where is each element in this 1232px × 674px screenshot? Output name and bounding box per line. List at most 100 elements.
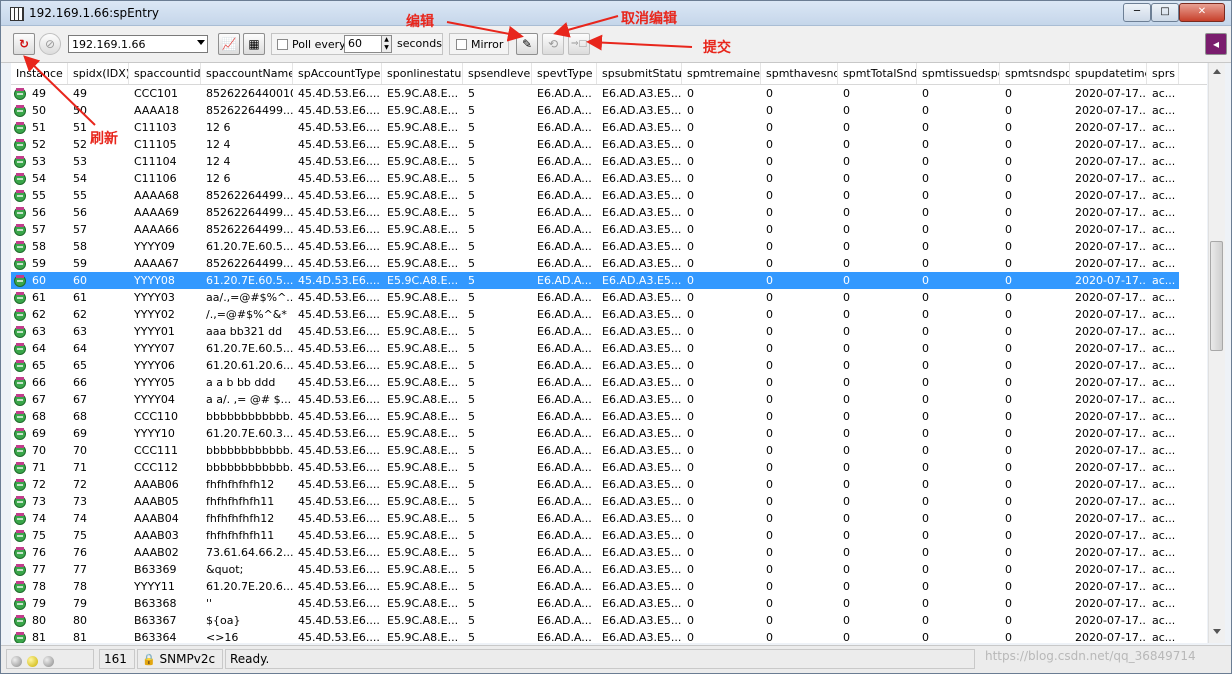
protocol-status: 🔒 SNMPv2c bbox=[137, 649, 223, 669]
table-cell: ac... bbox=[1152, 121, 1176, 134]
maximize-button[interactable]: □ bbox=[1151, 3, 1179, 22]
column-header[interactable]: spmtissuedspd bbox=[917, 63, 1000, 84]
poll-interval-stepper[interactable]: ▲ ▼ bbox=[381, 35, 392, 53]
table-row[interactable]: 69 69 YYYY10 61.20.7E.60.3... 45.4D.53.E6...… bbox=[11, 425, 1179, 442]
table-row[interactable]: 81 81 B63364 <>16 45.4D.53.E6.... E5.9C.A8.E.… bbox=[11, 629, 1179, 643]
table-cell: 56 bbox=[73, 206, 87, 219]
poll-interval-input[interactable]: 60 bbox=[344, 35, 382, 53]
table-row[interactable]: 61 61 YYYY03 aa/.,=@#$%^... 45.4D.53.E6.... E… bbox=[11, 289, 1179, 306]
graph-button[interactable]: 📈 bbox=[218, 33, 240, 55]
table-cell: ac... bbox=[1152, 291, 1176, 304]
table-row[interactable]: 51 51 C11103 12 6 45.4D.53.E6.... E5.9C.A8.E.… bbox=[11, 119, 1179, 136]
column-header[interactable]: spupdatetime bbox=[1070, 63, 1147, 84]
table-cell: E6.AD.A3.E5... bbox=[602, 461, 682, 474]
table-cell: 0 bbox=[1005, 393, 1012, 406]
host-select[interactable]: 192.169.1.66 bbox=[68, 35, 208, 53]
table-row[interactable]: 55 55 AAAA68 85262264499... 45.4D.53.E6.... E… bbox=[11, 187, 1179, 204]
column-header[interactable]: sprs bbox=[1147, 63, 1179, 84]
table-cell: 2020-07-17... bbox=[1075, 614, 1147, 627]
table-cell: E6.AD.A... bbox=[537, 308, 592, 321]
column-header[interactable]: spaccountid bbox=[129, 63, 201, 84]
table-row[interactable]: 77 77 B63369 &quot; 45.4D.53.E6.... E5.9C.A8.… bbox=[11, 561, 1179, 578]
table-cell: 68 bbox=[32, 410, 46, 423]
table-row[interactable]: 66 66 YYYY05 a a b bb ddd 45.4D.53.E6.... E5.… bbox=[11, 374, 1179, 391]
refresh-button[interactable]: ↻ bbox=[13, 33, 35, 55]
table-cell: 0 bbox=[766, 274, 773, 287]
table-cell: 12 4 bbox=[206, 155, 231, 168]
scrollbar-thumb[interactable] bbox=[1210, 241, 1223, 351]
column-header[interactable]: spmtremained bbox=[682, 63, 761, 84]
table-cell: 0 bbox=[1005, 87, 1012, 100]
submit-button[interactable]: ⇒□ bbox=[568, 33, 590, 55]
table-row[interactable]: 53 53 C11104 12 4 45.4D.53.E6.... E5.9C.A8.E.… bbox=[11, 153, 1179, 170]
table-cell: 0 bbox=[1005, 529, 1012, 542]
table-row[interactable]: 56 56 AAAA69 85262264499... 45.4D.53.E6.... E… bbox=[11, 204, 1179, 221]
table-body: 49 49 CCC101 8526226440010 45.4D.53.E6.... E5… bbox=[11, 85, 1207, 643]
column-header[interactable]: spmthavesnd bbox=[761, 63, 838, 84]
table-cell: 2020-07-17... bbox=[1075, 223, 1147, 236]
column-header[interactable]: spmtTotalSnd bbox=[838, 63, 917, 84]
column-header[interactable]: spsubmitStatus bbox=[597, 63, 682, 84]
table-row[interactable]: 79 79 B63368 '' 45.4D.53.E6.... E5.9C.A8.E...… bbox=[11, 595, 1179, 612]
scroll-down-arrow-icon[interactable] bbox=[1213, 629, 1221, 634]
table-row[interactable]: 78 78 YYYY11 61.20.7E.20.6... 45.4D.53.E6...… bbox=[11, 578, 1179, 595]
table-row[interactable]: 50 50 AAAA18 85262264499... 45.4D.53.E6.... E… bbox=[11, 102, 1179, 119]
table-row[interactable]: 52 52 C11105 12 4 45.4D.53.E6.... E5.9C.A8.E.… bbox=[11, 136, 1179, 153]
scroll-up-arrow-icon[interactable] bbox=[1213, 69, 1221, 74]
table-cell: ac... bbox=[1152, 427, 1176, 440]
column-header[interactable]: spevtType bbox=[532, 63, 597, 84]
column-header[interactable]: spmtsndspd bbox=[1000, 63, 1070, 84]
more-button[interactable]: ◂ bbox=[1205, 33, 1227, 55]
table-cell: 0 bbox=[1005, 546, 1012, 559]
edit-button[interactable]: ✎ bbox=[516, 33, 538, 55]
table-row[interactable]: 60 60 YYYY08 61.20.7E.60.5... 45.4D.53.E6...… bbox=[11, 272, 1179, 289]
row-status-icon bbox=[14, 326, 26, 338]
table-row[interactable]: 64 64 YYYY07 61.20.7E.60.5... 45.4D.53.E6...… bbox=[11, 340, 1179, 357]
table-row[interactable]: 68 68 CCC110 bbbbbbbbbbbb... 45.4D.53.E6....… bbox=[11, 408, 1179, 425]
table-cell: 0 bbox=[766, 597, 773, 610]
table-row[interactable]: 74 74 AAAB04 fhfhfhfhfh12 45.4D.53.E6.... E5.… bbox=[11, 510, 1179, 527]
poll-checkbox[interactable] bbox=[277, 39, 288, 50]
column-header[interactable]: spaccountName bbox=[201, 63, 293, 84]
column-header[interactable]: spidx(IDX) bbox=[68, 63, 129, 84]
table-cell: 5 bbox=[468, 631, 475, 643]
table-row[interactable]: 71 71 CCC112 bbbbbbbbbbbb... 45.4D.53.E6....… bbox=[11, 459, 1179, 476]
table-row[interactable]: 59 59 AAAA67 85262264499... 45.4D.53.E6.... E… bbox=[11, 255, 1179, 272]
table-cell: 5 bbox=[468, 274, 475, 287]
minimize-button[interactable]: ─ bbox=[1123, 3, 1151, 22]
title-bar[interactable]: 192.169.1.66:spEntry ─ □ ✕ bbox=[1, 1, 1231, 26]
table-row[interactable]: 75 75 AAAB03 fhfhfhfhfh11 45.4D.53.E6.... E5.… bbox=[11, 527, 1179, 544]
table-cell: E6.AD.A3.E5... bbox=[602, 172, 682, 185]
close-button[interactable]: ✕ bbox=[1179, 3, 1225, 22]
seconds-label: seconds bbox=[397, 37, 442, 50]
mirror-checkbox[interactable] bbox=[456, 39, 467, 50]
table-row[interactable]: 73 73 AAAB05 fhfhfhfhfh11 45.4D.53.E6.... E5.… bbox=[11, 493, 1179, 510]
table-row[interactable]: 54 54 C11106 12 6 45.4D.53.E6.... E5.9C.A8.E.… bbox=[11, 170, 1179, 187]
column-header[interactable]: sponlinestatus bbox=[382, 63, 463, 84]
vertical-scrollbar[interactable] bbox=[1208, 63, 1225, 643]
table-row[interactable]: 62 62 YYYY02 /.,=@#$%^&* 45.4D.53.E6.... E5.9… bbox=[11, 306, 1179, 323]
table-cell: 0 bbox=[687, 87, 694, 100]
table-cell: 69 bbox=[73, 427, 87, 440]
column-header[interactable]: spsendlevel bbox=[463, 63, 532, 84]
table-row[interactable]: 57 57 AAAA66 85262264499... 45.4D.53.E6.... E… bbox=[11, 221, 1179, 238]
table-cell: 0 bbox=[843, 393, 850, 406]
column-header[interactable]: spAccountType bbox=[293, 63, 382, 84]
table-cell: ac... bbox=[1152, 563, 1176, 576]
table-row[interactable]: 63 63 YYYY01 aaa bb321 dd 45.4D.53.E6.... E5.… bbox=[11, 323, 1179, 340]
table-view-button[interactable]: ▦ bbox=[243, 33, 265, 55]
table-cell: 45.4D.53.E6.... bbox=[298, 223, 380, 236]
table-cell: 85262264499... bbox=[206, 206, 293, 219]
table-row[interactable]: 58 58 YYYY09 61.20.7E.60.5... 45.4D.53.E6...… bbox=[11, 238, 1179, 255]
stop-button[interactable]: ⊘ bbox=[39, 33, 61, 55]
table-row[interactable]: 65 65 YYYY06 61.20.61.20.6... 45.4D.53.E6...… bbox=[11, 357, 1179, 374]
cancel-edit-button[interactable]: ⟲ bbox=[542, 33, 564, 55]
table-row[interactable]: 70 70 CCC111 bbbbbbbbbbbb... 45.4D.53.E6....… bbox=[11, 442, 1179, 459]
table-row[interactable]: 76 76 AAAB02 73.61.64.66.2... 45.4D.53.E6...… bbox=[11, 544, 1179, 561]
table-row[interactable]: 49 49 CCC101 8526226440010 45.4D.53.E6.... E5… bbox=[11, 85, 1179, 102]
table-row[interactable]: 80 80 B63367 ${oa} 45.4D.53.E6.... E5.9C.A8.E… bbox=[11, 612, 1179, 629]
table-row[interactable]: 72 72 AAAB06 fhfhfhfhfh12 45.4D.53.E6.... E5.… bbox=[11, 476, 1179, 493]
table-row[interactable]: 67 67 YYYY04 a a/. ,= @# $... 45.4D.53.E6...… bbox=[11, 391, 1179, 408]
row-status-icon bbox=[14, 190, 26, 202]
column-header[interactable]: Instance bbox=[11, 63, 68, 84]
